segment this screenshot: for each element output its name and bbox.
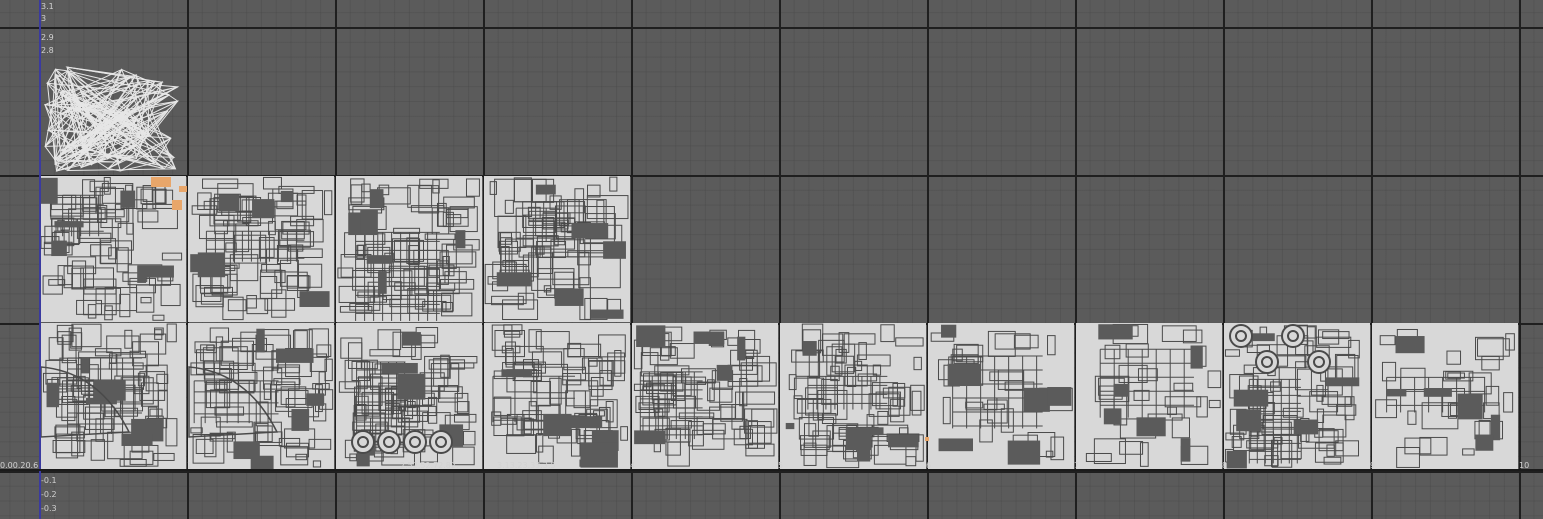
u-tick-label: 4 [630,461,636,470]
u-tick-label: 6 [926,461,932,470]
uv-tile-dense-shells[interactable] [780,323,926,469]
uv-tile-wheel-shells[interactable] [1224,323,1370,469]
selected-uv-shell[interactable] [172,200,182,210]
u-tick-label: 5 [778,461,784,470]
selected-uv-shell[interactable] [925,437,929,441]
u-tick-label: 8 [1222,461,1228,470]
u-tick-label: 9 [1370,461,1376,470]
u-axis-line [0,469,1543,471]
uv-tile-hull-shells[interactable] [188,323,334,470]
v-tick-label: -0.2 [41,490,57,499]
uv-tile-hull-shells[interactable] [40,323,186,469]
uv-editor-viewport[interactable] [0,0,1543,519]
selected-uv-shell[interactable] [151,177,171,187]
uv-tile-dense-shells[interactable] [188,176,334,322]
u-tick-label: 10 [1519,461,1530,470]
uv-tile-vehicle-shells[interactable] [336,323,482,469]
uv-tile-solid-shells[interactable] [1076,323,1222,469]
v-axis-line [39,0,41,519]
u-tick-label: 3.13.23.33.3.5 [497,461,556,470]
uv-tile-dense-shells[interactable] [40,176,186,322]
u-tick-label: 2.52.52.72.82. [400,461,459,470]
uv-tile-dense-shells[interactable] [632,323,778,469]
uv-tile-solid-shells[interactable] [1372,323,1518,469]
v-tick-label: 2.9 [41,33,54,42]
v-tick-label: -0.3 [41,504,57,513]
v-tick-label: 2.8 [41,46,54,55]
u-tick-label: 1 [187,461,193,470]
v-tick-label: -0.1 [41,476,57,485]
v-tick-label: 3.1 [41,2,54,11]
v-tick-label: 3 [41,14,47,23]
uv-tile-panel-shells[interactable] [484,176,630,322]
uv-tile-dense-shells[interactable] [336,176,482,322]
selected-uv-shell[interactable] [179,186,187,192]
uv-tile-solid-shells[interactable] [928,323,1074,469]
uv-shells-layer[interactable] [0,0,1543,519]
u-tick-label: 7 [1074,461,1080,470]
uv-tile-character-wire[interactable] [44,66,180,172]
u-tick-label: 0.00.20.6 [0,461,39,470]
uv-tile-grid-shells[interactable] [484,323,630,469]
